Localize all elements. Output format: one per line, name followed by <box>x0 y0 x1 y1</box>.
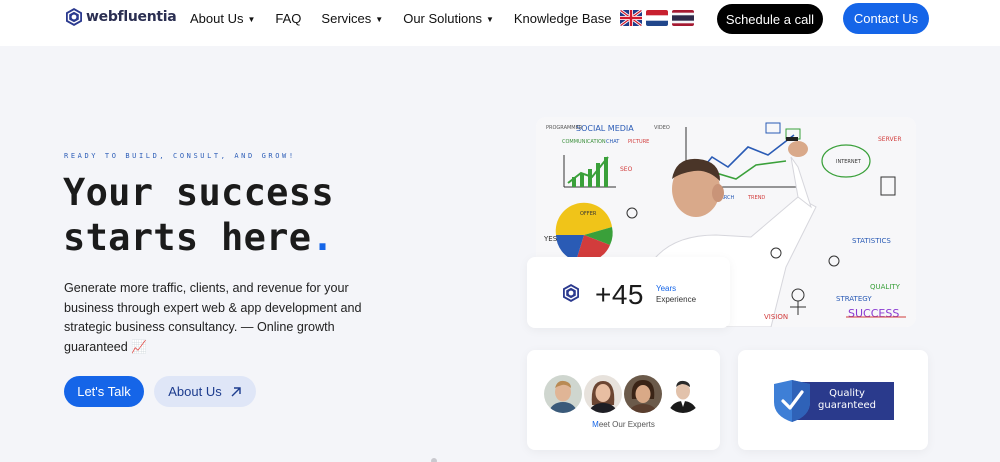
quality-text: Quality guaranteed <box>816 388 878 412</box>
svg-text:INTERNET: INTERNET <box>836 159 862 165</box>
svg-text:STATISTICS: STATISTICS <box>852 237 891 245</box>
svg-text:CHAT: CHAT <box>606 139 620 145</box>
experience-label: Years Experience <box>656 283 696 305</box>
headline-accent-dot: . <box>311 216 334 259</box>
meet-experts-first-letter: M <box>592 420 599 429</box>
hexagon-logo-icon <box>66 8 82 26</box>
menu-item-about-us[interactable]: About Us ▼ <box>190 11 255 26</box>
uk-flag-icon[interactable] <box>620 10 642 26</box>
experience-label-years: Years <box>656 284 677 293</box>
lets-talk-button[interactable]: Let's Talk <box>64 376 144 407</box>
svg-text:OFFER: OFFER <box>580 211 597 217</box>
main-menu: About Us ▼ FAQ Services ▼ Our Solutions … <box>190 11 631 26</box>
headline-line-1: Your success <box>63 171 334 214</box>
about-us-button-label: About Us <box>168 384 222 399</box>
avatar <box>664 375 702 413</box>
menu-item-label: FAQ <box>275 11 302 26</box>
svg-text:COMMUNICATION: COMMUNICATION <box>562 139 606 145</box>
svg-text:STRATEGY: STRATEGY <box>836 295 872 303</box>
contact-us-button[interactable]: Contact Us <box>843 3 929 34</box>
arrow-up-right-icon <box>231 386 241 396</box>
svg-text:PROGRAMMER: PROGRAMMER <box>546 125 583 131</box>
menu-item-our-solutions[interactable]: Our Solutions ▼ <box>403 11 494 26</box>
hero-description: Generate more traffic, clients, and reve… <box>64 281 362 354</box>
svg-text:QUALITY: QUALITY <box>870 283 901 291</box>
menu-item-knowledge-base[interactable]: Knowledge Base <box>514 11 612 26</box>
quality-card: Quality guaranteed <box>738 350 928 450</box>
schedule-call-button[interactable]: Schedule a call <box>717 4 823 34</box>
hero-eyebrow: READY TO BUILD, CONSULT, AND GROW! <box>64 152 296 160</box>
experience-value: +45 <box>595 279 644 310</box>
svg-text:TREND: TREND <box>747 195 765 201</box>
hexagon-logo-icon <box>563 284 579 302</box>
menu-item-label: Our Solutions <box>403 11 482 26</box>
top-navigation: webfluentia About Us ▼ FAQ Services ▼ Ou… <box>0 0 1000 46</box>
experience-card: +45 Years Experience <box>527 257 730 328</box>
svg-text:VISION: VISION <box>764 313 788 321</box>
experience-label-text: Experience <box>656 295 697 304</box>
avatar <box>624 375 662 413</box>
expert-avatars <box>544 375 702 413</box>
menu-item-label: Services <box>321 11 372 26</box>
meet-experts-link[interactable]: Meet Our Experts <box>527 420 720 429</box>
menu-item-label: Knowledge Base <box>513 11 612 26</box>
brand-logo[interactable]: webfluentia <box>64 7 177 27</box>
menu-item-label: About Us <box>190 11 244 26</box>
svg-text:PICTURE: PICTURE <box>628 139 649 145</box>
svg-text:VIDEO: VIDEO <box>654 125 670 131</box>
netherlands-flag-icon[interactable] <box>646 10 668 26</box>
language-switcher <box>620 10 694 26</box>
menu-item-faq[interactable]: FAQ <box>275 11 301 26</box>
svg-text:SERVER: SERVER <box>878 136 902 143</box>
scroll-indicator[interactable] <box>431 458 437 462</box>
menu-item-services[interactable]: Services ▼ <box>321 11 383 26</box>
about-us-button[interactable]: About Us <box>154 376 256 407</box>
svg-text:SEO: SEO <box>620 166 633 173</box>
svg-text:YES: YES <box>543 235 558 243</box>
thailand-flag-icon[interactable] <box>672 10 694 26</box>
brand-name: webfluentia <box>86 9 177 25</box>
quality-line-2: guaranteed <box>818 400 876 411</box>
meet-experts-text: eet Our Experts <box>598 420 655 429</box>
headline-line-2: starts here <box>63 216 312 259</box>
hero-headline: Your success starts here. <box>63 170 334 260</box>
chevron-down-icon: ▼ <box>485 15 494 24</box>
avatar <box>544 375 582 413</box>
chevron-down-icon: ▼ <box>375 15 384 24</box>
chevron-down-icon: ▼ <box>247 15 256 24</box>
experts-card[interactable]: Meet Our Experts <box>527 350 720 450</box>
quality-line-1: Quality <box>829 388 865 399</box>
avatar <box>584 375 622 413</box>
svg-text:SOCIAL MEDIA: SOCIAL MEDIA <box>576 124 634 133</box>
svg-text:SUCCESS: SUCCESS <box>848 307 899 320</box>
